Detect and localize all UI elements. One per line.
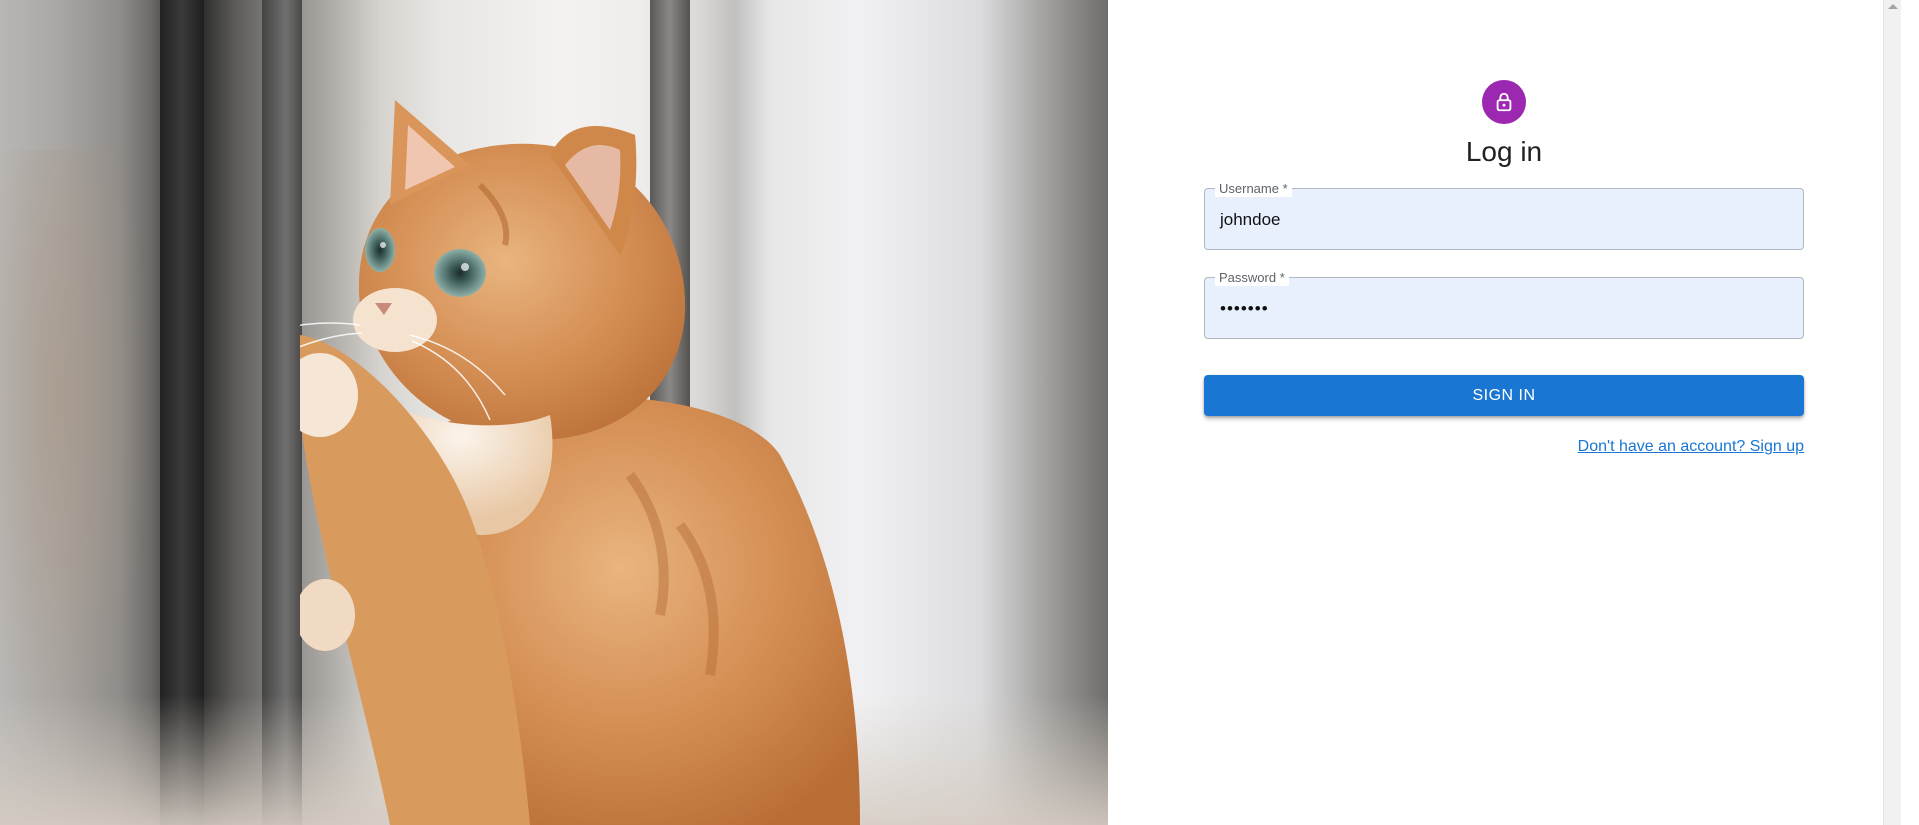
scroll-up-arrow-icon[interactable] <box>1888 4 1898 9</box>
glass-reflection <box>0 150 150 770</box>
password-field[interactable]: Password * ••••••• <box>1204 270 1804 340</box>
signup-link[interactable]: Don't have an account? Sign up <box>1578 438 1804 455</box>
username-input[interactable]: johndoe <box>1220 189 1281 251</box>
hero-cat-photo <box>0 0 1108 825</box>
login-page: Log in Username * johndoe Password * •••… <box>0 0 1919 825</box>
login-form: Log in Username * johndoe Password * •••… <box>1204 80 1804 456</box>
vertical-scrollbar[interactable] <box>1883 0 1901 825</box>
password-input[interactable]: ••••••• <box>1220 278 1269 340</box>
lock-icon <box>1496 92 1512 112</box>
page-title: Log in <box>1465 136 1543 167</box>
cat-illustration <box>300 100 860 825</box>
signup-row: Don't have an account? Sign up <box>1204 438 1804 456</box>
login-panel: Log in Username * johndoe Password * •••… <box>1108 0 1901 825</box>
avatar <box>1482 80 1526 124</box>
sign-in-button[interactable]: SIGN IN <box>1204 375 1804 416</box>
username-field[interactable]: Username * johndoe <box>1204 181 1804 251</box>
